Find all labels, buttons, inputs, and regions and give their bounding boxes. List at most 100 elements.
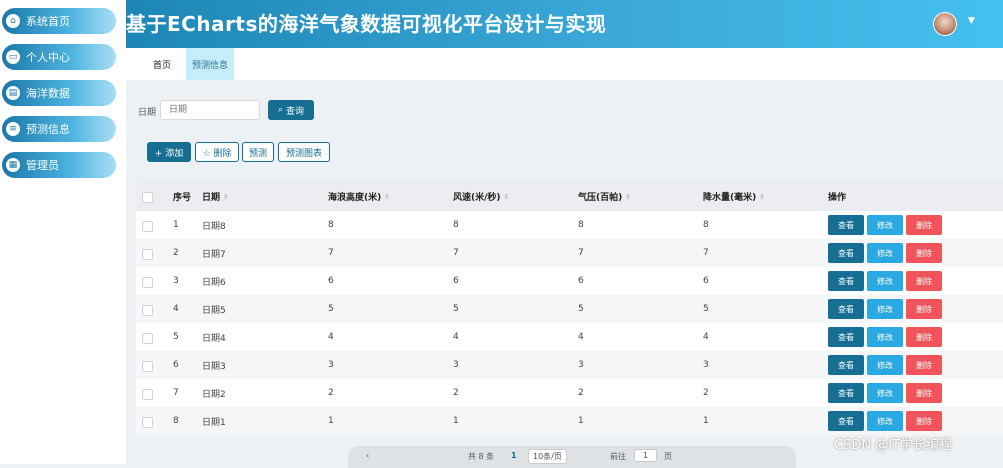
- cell-pressure: 3: [578, 360, 584, 370]
- view-button[interactable]: 查看: [828, 411, 864, 431]
- row-checkbox[interactable]: [142, 333, 153, 344]
- edit-button[interactable]: 修改: [867, 411, 903, 431]
- cell-rain: 4: [703, 332, 709, 342]
- cell-rain: 1: [703, 416, 709, 426]
- row-checkbox[interactable]: [142, 389, 153, 400]
- delete-row-button[interactable]: 删除: [906, 215, 942, 235]
- sidebar-item-home[interactable]: ⌂ 系统首页: [2, 8, 116, 34]
- select-all-checkbox[interactable]: [142, 192, 153, 203]
- row-checkbox[interactable]: [142, 305, 153, 316]
- sort-icon: ⇕: [223, 192, 229, 201]
- cell-wind: 6: [453, 276, 459, 286]
- table-row: 1 日期8 8 8 8 8 查看 修改 删除: [136, 211, 1003, 239]
- edit-button[interactable]: 修改: [867, 383, 903, 403]
- cell-index: 2: [173, 248, 179, 258]
- cell-rain: 8: [703, 220, 709, 230]
- tab-forecast[interactable]: 预测信息: [186, 48, 234, 80]
- header-rain[interactable]: 降水量(毫米) ⇕: [703, 182, 765, 211]
- header: 基于ECharts的海洋气象数据可视化平台设计与实现 ▼: [126, 0, 1003, 48]
- header-index: 序号: [173, 193, 192, 203]
- chevron-down-icon[interactable]: ▼: [968, 16, 975, 26]
- cell-index: 3: [173, 276, 179, 286]
- sidebar-item-label: 系统首页: [26, 15, 70, 28]
- sidebar-item-label: 个人中心: [26, 51, 70, 64]
- cell-date: 日期3: [202, 361, 226, 372]
- edit-button[interactable]: 修改: [867, 355, 903, 375]
- cell-index: 1: [173, 220, 179, 230]
- cell-pressure: 8: [578, 220, 584, 230]
- tab-home[interactable]: 首页: [144, 48, 180, 80]
- cell-index: 4: [173, 304, 179, 314]
- edit-button[interactable]: 修改: [867, 243, 903, 263]
- edit-button[interactable]: 修改: [867, 327, 903, 347]
- predict-chart-button[interactable]: 预测图表: [278, 142, 330, 162]
- page-suffix: 页: [664, 452, 672, 461]
- cell-wave: 1: [328, 416, 334, 426]
- view-button[interactable]: 查看: [828, 327, 864, 347]
- header-wind[interactable]: 风速(米/秒) ⇕: [453, 182, 509, 211]
- row-checkbox[interactable]: [142, 249, 153, 260]
- row-checkbox[interactable]: [142, 417, 153, 428]
- cell-wave: 7: [328, 248, 334, 258]
- view-button[interactable]: 查看: [828, 299, 864, 319]
- cell-wave: 3: [328, 360, 334, 370]
- cell-date: 日期4: [202, 333, 226, 344]
- delete-row-button[interactable]: 删除: [906, 355, 942, 375]
- pagination: ‹ 共 8 条 1 10条/页 前往 1 页: [348, 446, 796, 468]
- current-page[interactable]: 1: [511, 451, 517, 460]
- row-checkbox[interactable]: [142, 221, 153, 232]
- delete-row-button[interactable]: 删除: [906, 243, 942, 263]
- header-pressure[interactable]: 气压(百帕) ⇕: [578, 182, 631, 211]
- cell-date: 日期7: [202, 249, 226, 260]
- delete-row-button[interactable]: 删除: [906, 271, 942, 291]
- cell-wind: 8: [453, 220, 459, 230]
- delete-row-button[interactable]: 删除: [906, 383, 942, 403]
- search-button[interactable]: ⌕ 查询: [268, 100, 314, 120]
- view-button[interactable]: 查看: [828, 271, 864, 291]
- cell-pressure: 1: [578, 416, 584, 426]
- edit-button[interactable]: 修改: [867, 215, 903, 235]
- view-button[interactable]: 查看: [828, 355, 864, 375]
- view-button[interactable]: 查看: [828, 243, 864, 263]
- sidebar-item-ocean-data[interactable]: ▤ 海洋数据: [2, 80, 116, 106]
- predict-button[interactable]: 预测: [242, 142, 274, 162]
- cell-date: 日期8: [202, 221, 226, 232]
- sliders-icon: ≡: [6, 122, 20, 136]
- cell-index: 5: [173, 332, 179, 342]
- cell-wave: 5: [328, 304, 334, 314]
- sidebar-item-admin[interactable]: ▦ 管理员: [2, 152, 116, 178]
- table-row: 2 日期7 7 7 7 7 查看 修改 删除: [136, 239, 1003, 267]
- add-button[interactable]: + 添加: [147, 142, 191, 162]
- table-row: 4 日期5 5 5 5 5 查看 修改 删除: [136, 295, 1003, 323]
- delete-row-button[interactable]: 删除: [906, 411, 942, 431]
- goto-input[interactable]: 1: [634, 449, 658, 462]
- header-wave[interactable]: 海浪高度(米) ⇕: [328, 182, 390, 211]
- delete-button[interactable]: ☆ 删除: [195, 142, 239, 162]
- view-button[interactable]: 查看: [828, 215, 864, 235]
- sidebar-item-forecast[interactable]: ≡ 预测信息: [2, 116, 116, 142]
- cell-pressure: 4: [578, 332, 584, 342]
- prev-page-icon[interactable]: ‹: [366, 451, 369, 460]
- edit-button[interactable]: 修改: [867, 271, 903, 291]
- avatar[interactable]: [933, 12, 957, 36]
- row-checkbox[interactable]: [142, 361, 153, 372]
- search-icon: ⌕: [277, 105, 284, 115]
- sidebar-item-label: 预测信息: [26, 123, 70, 136]
- view-button[interactable]: 查看: [828, 383, 864, 403]
- delete-row-button[interactable]: 删除: [906, 327, 942, 347]
- date-search-input[interactable]: [160, 100, 260, 120]
- sort-icon: ⇕: [384, 192, 391, 201]
- delete-row-button[interactable]: 删除: [906, 299, 942, 319]
- cell-date: 日期1: [202, 417, 226, 428]
- page-size-select[interactable]: 10条/页: [528, 449, 567, 464]
- row-checkbox[interactable]: [142, 277, 153, 288]
- sidebar-item-label: 海洋数据: [26, 87, 70, 100]
- cell-rain: 7: [703, 248, 709, 258]
- cell-pressure: 6: [578, 276, 584, 286]
- sidebar-item-profile[interactable]: ▭ 个人中心: [2, 44, 116, 70]
- sort-icon: ⇕: [503, 192, 510, 201]
- cell-rain: 6: [703, 276, 709, 286]
- edit-button[interactable]: 修改: [867, 299, 903, 319]
- cell-pressure: 2: [578, 388, 584, 398]
- header-date[interactable]: 日期 ⇕: [202, 182, 229, 211]
